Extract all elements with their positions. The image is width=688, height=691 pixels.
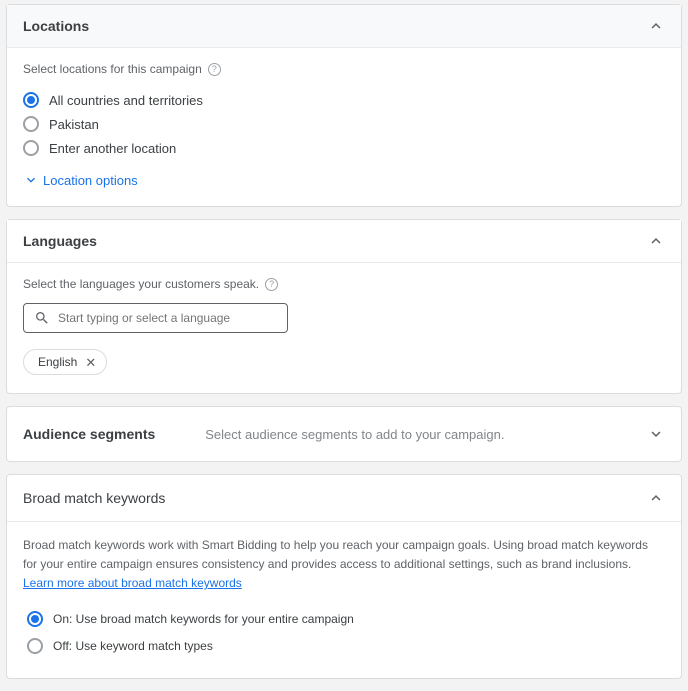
close-icon[interactable]: ✕ — [85, 356, 96, 369]
chevron-up-icon — [647, 489, 665, 507]
broadmatch-title: Broad match keywords — [23, 490, 165, 506]
location-options-toggle[interactable]: Location options — [23, 172, 665, 188]
location-option-label: All countries and territories — [49, 93, 203, 108]
chevron-up-icon — [647, 17, 665, 35]
languages-subtitle: Select the languages your customers spea… — [23, 277, 259, 291]
locations-body: Select locations for this campaign ? All… — [7, 48, 681, 206]
language-chip-english[interactable]: English ✕ — [23, 349, 107, 375]
broadmatch-card: Broad match keywords Broad match keyword… — [6, 474, 682, 679]
location-option-other[interactable]: Enter another location — [23, 136, 665, 160]
audience-header[interactable]: Audience segments Select audience segmen… — [7, 407, 681, 461]
audience-card: Audience segments Select audience segmen… — [6, 406, 682, 462]
audience-subtitle: Select audience segments to add to your … — [205, 427, 647, 442]
location-option-label: Enter another location — [49, 141, 176, 156]
chevron-up-icon — [647, 232, 665, 250]
radio-icon — [23, 116, 39, 132]
languages-body: Select the languages your customers spea… — [7, 263, 681, 393]
language-input[interactable] — [58, 311, 277, 325]
chevron-down-icon — [647, 425, 665, 443]
chevron-down-icon — [23, 172, 39, 188]
location-options-label: Location options — [43, 173, 138, 188]
location-option-all[interactable]: All countries and territories — [23, 88, 665, 112]
locations-title: Locations — [23, 18, 89, 34]
broadmatch-description: Broad match keywords work with Smart Bid… — [23, 536, 665, 594]
radio-icon — [23, 140, 39, 156]
broadmatch-option-on[interactable]: On: Use broad match keywords for your en… — [27, 606, 665, 633]
broadmatch-option-off[interactable]: Off: Use keyword match types — [27, 633, 665, 660]
radio-icon — [23, 92, 39, 108]
location-option-pakistan[interactable]: Pakistan — [23, 112, 665, 136]
broadmatch-option-label: On: Use broad match keywords for your en… — [53, 610, 354, 629]
help-icon[interactable]: ? — [208, 63, 221, 76]
radio-icon — [27, 638, 43, 654]
broadmatch-body: Broad match keywords work with Smart Bid… — [7, 522, 681, 678]
audience-title: Audience segments — [23, 426, 155, 442]
locations-header[interactable]: Locations — [7, 5, 681, 48]
language-input-container[interactable] — [23, 303, 288, 333]
broadmatch-desc-text: Broad match keywords work with Smart Bid… — [23, 538, 648, 571]
locations-subtitle: Select locations for this campaign — [23, 62, 202, 76]
search-icon — [34, 310, 50, 326]
languages-header[interactable]: Languages — [7, 220, 681, 263]
broadmatch-header[interactable]: Broad match keywords — [7, 475, 681, 522]
help-icon[interactable]: ? — [265, 278, 278, 291]
learn-more-link[interactable]: Learn more about broad match keywords — [23, 576, 242, 590]
languages-title: Languages — [23, 233, 97, 249]
chip-label: English — [38, 355, 77, 369]
broadmatch-option-label: Off: Use keyword match types — [53, 637, 213, 656]
radio-icon — [27, 611, 43, 627]
locations-card: Locations Select locations for this camp… — [6, 4, 682, 207]
languages-card: Languages Select the languages your cust… — [6, 219, 682, 394]
location-option-label: Pakistan — [49, 117, 99, 132]
